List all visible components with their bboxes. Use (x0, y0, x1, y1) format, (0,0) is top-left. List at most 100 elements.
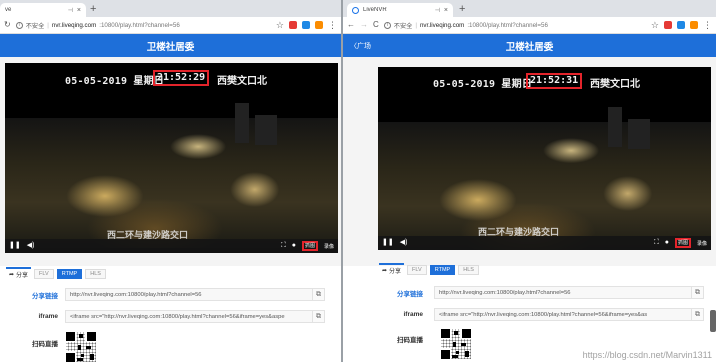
share-link-label: 分享链接 (32, 292, 58, 300)
tab-rtmp[interactable]: RTMP (56, 268, 83, 279)
address-bar[interactable]: i 不安全 | nvr.liveqing.com:10800/play.html… (15, 19, 271, 31)
extension-icon[interactable] (315, 21, 323, 29)
snapshot-icon[interactable]: ● (665, 239, 669, 247)
app-header: 〈广场 卫楼社居委 (343, 34, 716, 57)
info-icon[interactable]: i (383, 21, 391, 29)
scan-label: 扫码直播 (397, 337, 423, 344)
reload-icon[interactable]: ↻ (4, 20, 11, 30)
building-silhouette (235, 103, 249, 143)
address-bar[interactable]: i 不安全 | nvr.liveqing.com:10800/play.html… (383, 19, 646, 31)
video-player[interactable]: 05-05-2019 星期日 21:52:31 西樊文口北 西二环与建沙路交口 … (378, 67, 711, 250)
scan-row: 扫码直播 (377, 334, 423, 344)
snapshot-button[interactable]: 抓图 (301, 241, 318, 251)
address-toolbar: ↻ i 不安全 | nvr.liveqing.com:10800/play.ht… (0, 17, 341, 34)
share-link-label: 分享链接 (397, 290, 423, 298)
info-icon[interactable]: i (15, 21, 23, 29)
menu-icon[interactable]: ⋮ (328, 20, 337, 30)
share-panel: ➦ 分享 FLV RTMP HLS 分享链接 http://nvr.liveqin… (0, 266, 341, 362)
building-silhouette (255, 115, 277, 145)
menu-icon[interactable]: ⋮ (703, 20, 712, 30)
record-button[interactable]: 录像 (697, 240, 707, 247)
pause-button[interactable]: ❚❚ (9, 242, 21, 250)
page-title: 卫楼社居委 (505, 41, 554, 53)
extension-icon[interactable] (302, 21, 310, 29)
tab-favicon-icon (352, 6, 359, 14)
pause-button[interactable]: ❚❚ (382, 239, 394, 247)
snapshot-button[interactable]: 抓图 (674, 238, 691, 248)
video-player[interactable]: 05-05-2019 星期日 21:52:29 西樊文口北 西二环与建沙路交口 … (5, 63, 338, 253)
browser-window-right: LiveNVR ⊣ × + ← → C i 不安全 | nvr.liveqing… (343, 0, 716, 362)
new-tab-button[interactable]: + (459, 3, 465, 15)
video-stage: 05-05-2019 星期日 21:52:29 西樊文口北 西二环与建沙路交口 … (0, 57, 341, 266)
extension-icon[interactable] (289, 21, 297, 29)
fullscreen-icon[interactable]: ⛶ (281, 242, 286, 250)
app-header: 卫楼社居委 (0, 34, 341, 57)
iframe-field[interactable]: <iframe src="http://nvr.liveqing.com:108… (65, 310, 313, 323)
browser-tab[interactable]: ve ⊣ × (0, 3, 86, 17)
iframe-row: iframe <iframe src="http://nvr.liveqing.… (4, 310, 325, 323)
share-link-row: 分享链接 http://nvr.liveqing.com:10800/play.… (4, 288, 325, 301)
copy-icon[interactable]: ⧉ (313, 310, 325, 323)
record-button[interactable]: 录像 (324, 243, 334, 250)
tab-mute-icon[interactable]: ⊣ (68, 7, 73, 14)
volume-icon[interactable]: ◀) (27, 242, 35, 250)
volume-icon[interactable]: ◀) (400, 239, 408, 247)
star-icon[interactable]: ☆ (651, 20, 659, 30)
iframe-label: iframe (38, 313, 58, 320)
share-tab[interactable]: ➦ 分享 (6, 267, 32, 280)
copy-icon[interactable]: ⧉ (313, 288, 325, 301)
forward-icon[interactable]: → (360, 20, 368, 30)
new-tab-button[interactable]: + (90, 3, 96, 15)
osd-time-highlight: 21:52:29 (153, 70, 210, 86)
osd-place: 西樊文口北 (590, 79, 640, 90)
insecure-label: 不安全 (393, 22, 413, 30)
browser-tab[interactable]: LiveNVR ⊣ × (347, 3, 453, 17)
url-host: nvr.liveqing.com (51, 21, 97, 29)
scan-row: 扫码直播 (4, 338, 58, 348)
separator: | (47, 21, 49, 29)
fullscreen-icon[interactable]: ⛶ (654, 239, 659, 247)
share-icon: ➦ (382, 268, 388, 274)
copy-icon[interactable]: ⧉ (692, 308, 704, 321)
scrollbar-thumb[interactable] (710, 310, 716, 332)
extension-icon[interactable] (690, 21, 698, 29)
osd-place: 西樊文口北 (217, 76, 267, 87)
share-panel: ➦ 分享 FLV RTMP HLS 分享链接 http://nvr.liveqin… (343, 263, 716, 362)
tab-close-icon[interactable]: × (444, 7, 448, 14)
separator: | (415, 21, 417, 29)
tab-rtmp[interactable]: RTMP (429, 264, 456, 275)
browser-window-left: ve ⊣ × + ↻ i 不安全 | nvr.liveqing.com:1080… (0, 0, 341, 362)
share-link-field[interactable]: http://nvr.liveqing.com:10800/play.html?… (434, 286, 692, 299)
back-link[interactable]: 〈广场 (350, 41, 371, 51)
tab-flv[interactable]: FLV (407, 264, 427, 275)
extension-icon[interactable] (677, 21, 685, 29)
copy-icon[interactable]: ⧉ (692, 286, 704, 299)
tab-flv[interactable]: FLV (34, 268, 54, 279)
reload-icon[interactable]: C (373, 20, 379, 30)
blog-watermark: https://blog.csdn.net/Marvin1311 (582, 350, 712, 360)
share-tab[interactable]: ➦ 分享 (379, 263, 405, 276)
star-icon[interactable]: ☆ (276, 20, 284, 30)
tab-hls[interactable]: HLS (458, 264, 479, 275)
scan-label: 扫码直播 (32, 341, 58, 348)
back-icon[interactable]: ← (347, 20, 355, 30)
url-host: nvr.liveqing.com (419, 21, 465, 29)
tab-mute-icon[interactable]: ⊣ (435, 7, 440, 14)
building-silhouette (608, 107, 622, 147)
osd-date: 05-05-2019 星期日 (433, 79, 533, 90)
url-path: :10800/play.html?channel=56 (467, 21, 548, 29)
address-toolbar: ← → C i 不安全 | nvr.liveqing.com:10800/pla… (343, 17, 716, 34)
iframe-field[interactable]: <iframe src="http://nvr.liveqing.com:108… (434, 308, 692, 321)
iframe-label: iframe (403, 311, 423, 318)
osd-time-highlight: 21:52:31 (526, 73, 583, 89)
extension-icon[interactable] (664, 21, 672, 29)
share-tabs: ➦ 分享 FLV RTMP HLS (379, 263, 479, 276)
share-tab-label: 分享 (389, 269, 402, 275)
snapshot-icon[interactable]: ● (292, 242, 296, 250)
qr-code (441, 329, 471, 359)
tab-close-icon[interactable]: × (77, 7, 81, 14)
share-link-field[interactable]: http://nvr.liveqing.com:10800/play.html?… (65, 288, 313, 301)
tab-hls[interactable]: HLS (85, 268, 106, 279)
share-tabs: ➦ 分享 FLV RTMP HLS (6, 267, 106, 280)
iframe-row: iframe <iframe src="http://nvr.liveqing.… (377, 308, 704, 321)
